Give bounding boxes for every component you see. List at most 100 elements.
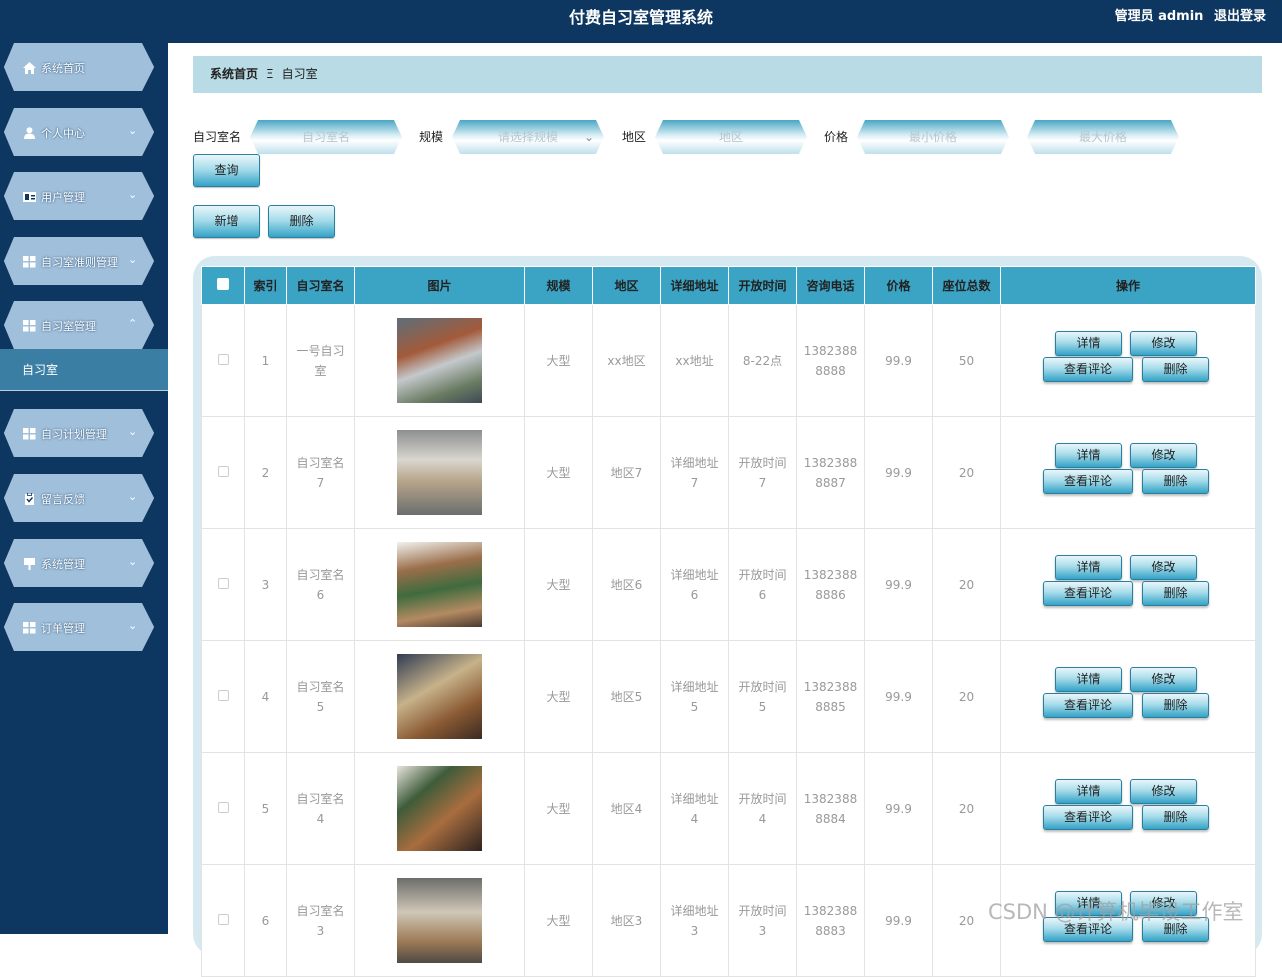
edit-button[interactable]: 修改 <box>1130 666 1197 692</box>
edit-button[interactable]: 修改 <box>1130 330 1197 356</box>
detail-button[interactable]: 详情 <box>1055 442 1122 468</box>
scale-select[interactable]: 请选择规模 ⌄ <box>452 120 604 154</box>
select-all-box[interactable] <box>217 278 229 290</box>
region-filter-label: 地区 <box>622 130 647 144</box>
delete-row-button[interactable]: 删除 <box>1142 692 1209 718</box>
name-cell: 自习室名5 <box>286 640 355 753</box>
phone-cell: 13823888883 <box>796 864 865 977</box>
row-checkbox[interactable] <box>217 913 229 925</box>
region-cell: 地区6 <box>592 528 661 641</box>
sidebar-item-feedback[interactable]: 留言反馈 ⌄ <box>4 474 154 522</box>
detail-button[interactable]: 详情 <box>1055 666 1122 692</box>
sidebar-item-text: 自习室准则管理 <box>41 256 118 269</box>
admin-user-label: 管理员 admin <box>1114 9 1204 24</box>
delete-row-button[interactable]: 删除 <box>1142 580 1209 606</box>
name-filter-label: 自习室名 <box>193 130 242 144</box>
detail-button[interactable]: 详情 <box>1055 778 1122 804</box>
row-select-cell[interactable] <box>201 528 245 641</box>
edit-button[interactable]: 修改 <box>1130 442 1197 468</box>
row-checkbox[interactable] <box>217 801 229 813</box>
row-checkbox[interactable] <box>217 465 229 477</box>
hours-cell: 开放时间5 <box>728 640 797 753</box>
sidebar-item-study-room[interactable]: 自习室管理 ⌃ <box>4 301 154 349</box>
actions-cell: 详情 修改 查看评论 删除 <box>1000 752 1256 865</box>
delete-row-button[interactable]: 删除 <box>1142 804 1209 830</box>
breadcrumb-home[interactable]: 系统首页 <box>210 67 258 81</box>
table-row: 5 自习室名4 大型 地区4 详细地址4 开放时间4 13823888884 99.9 20 详情… <box>201 752 1256 865</box>
table-row: 2 自习室名7 大型 地区7 详细地址7 开放时间7 13823888887 99.9 20 详情… <box>201 416 1256 529</box>
view-reviews-button[interactable]: 查看评论 <box>1043 804 1133 830</box>
study-room-photo[interactable] <box>397 878 482 963</box>
delete-selected-button[interactable]: 删除 <box>268 205 335 238</box>
view-reviews-button[interactable]: 查看评论 <box>1043 356 1133 382</box>
edit-button[interactable]: 修改 <box>1130 554 1197 580</box>
select-all-checkbox[interactable] <box>201 266 245 305</box>
sidebar-item-users[interactable]: 用户管理 ⌄ <box>4 172 154 220</box>
breadcrumb-current: 自习室 <box>281 67 318 81</box>
seats-cell: 20 <box>932 528 1001 641</box>
study-room-photo[interactable] <box>397 318 482 403</box>
row-actions: 详情 修改 查看评论 删除 <box>1043 666 1213 727</box>
hours-cell: 开放时间3 <box>728 864 797 977</box>
max-price-input[interactable]: 最大价格 <box>1027 120 1179 154</box>
detail-button[interactable]: 详情 <box>1055 330 1122 356</box>
region-search-input[interactable]: 地区 <box>655 120 807 154</box>
logout-link[interactable]: 退出登录 <box>1214 9 1266 24</box>
index-cell: 1 <box>244 304 287 417</box>
sidebar-item-profile[interactable]: 个人中心 ⌄ <box>4 108 154 156</box>
image-cell <box>354 864 525 977</box>
phone-cell: 13823888885 <box>796 640 865 753</box>
sidebar-item-plans[interactable]: 自习计划管理 ⌄ <box>4 409 154 457</box>
study-room-photo[interactable] <box>397 430 482 515</box>
detail-button[interactable]: 详情 <box>1055 554 1122 580</box>
sidebar-item-system[interactable]: 系统管理 ⌄ <box>4 539 154 587</box>
submenu-item-study-room[interactable]: 自习室 <box>0 349 168 391</box>
edit-button[interactable]: 修改 <box>1130 778 1197 804</box>
address-cell: xx地址 <box>660 304 729 417</box>
study-room-photo[interactable] <box>397 766 482 851</box>
row-select-cell[interactable] <box>201 640 245 753</box>
sidebar-item-home[interactable]: 系统首页 <box>4 43 154 91</box>
row-select-cell[interactable] <box>201 416 245 529</box>
sidebar-item-rules[interactable]: 自习室准则管理 ⌄ <box>4 237 154 285</box>
sidebar-item-label: 自习计划管理 <box>23 426 107 442</box>
row-actions: 详情 修改 查看评论 删除 <box>1043 554 1213 615</box>
sidebar-item-orders[interactable]: 订单管理 ⌄ <box>4 603 154 651</box>
row-select-cell[interactable] <box>201 752 245 865</box>
row-actions: 详情 修改 查看评论 删除 <box>1043 442 1213 503</box>
row-checkbox[interactable] <box>217 577 229 589</box>
region-cell: 地区3 <box>592 864 661 977</box>
row-select-cell[interactable] <box>201 864 245 977</box>
study-room-table-container: 索引 自习室名 图片 规模 地区 详细地址 开放时间 咨询电话 价格 座位总数 … <box>193 256 1262 977</box>
min-price-input[interactable]: 最小价格 <box>857 120 1009 154</box>
sidebar-item-label: 用户管理 <box>23 189 85 205</box>
query-button[interactable]: 查询 <box>193 154 260 187</box>
name-search-input[interactable]: 自习室名 <box>250 120 402 154</box>
row-select-cell[interactable] <box>201 304 245 417</box>
name-cell: 自习室名3 <box>286 864 355 977</box>
image-cell <box>354 640 525 753</box>
col-image: 图片 <box>354 266 525 305</box>
csdn-watermark: CSDN @计算机毕设工作室 <box>988 900 1244 924</box>
hours-cell: 开放时间4 <box>728 752 797 865</box>
grid-icon <box>23 428 36 440</box>
view-reviews-button[interactable]: 查看评论 <box>1043 692 1133 718</box>
delete-row-button[interactable]: 删除 <box>1142 468 1209 494</box>
index-cell: 3 <box>244 528 287 641</box>
view-reviews-button[interactable]: 查看评论 <box>1043 580 1133 606</box>
table-header-row: 索引 自习室名 图片 规模 地区 详细地址 开放时间 咨询电话 价格 座位总数 … <box>201 266 1256 305</box>
col-scale: 规模 <box>524 266 593 305</box>
index-cell: 6 <box>244 864 287 977</box>
sidebar-item-text: 订单管理 <box>41 622 85 635</box>
user-icon <box>23 127 36 139</box>
price-filter-label: 价格 <box>824 130 849 144</box>
delete-row-button[interactable]: 删除 <box>1142 356 1209 382</box>
row-checkbox[interactable] <box>217 689 229 701</box>
add-button[interactable]: 新增 <box>193 205 260 238</box>
view-reviews-button[interactable]: 查看评论 <box>1043 468 1133 494</box>
seats-cell: 20 <box>932 416 1001 529</box>
study-room-photo[interactable] <box>397 654 482 739</box>
col-actions: 操作 <box>1000 266 1256 305</box>
study-room-photo[interactable] <box>397 542 482 627</box>
row-checkbox[interactable] <box>217 353 229 365</box>
